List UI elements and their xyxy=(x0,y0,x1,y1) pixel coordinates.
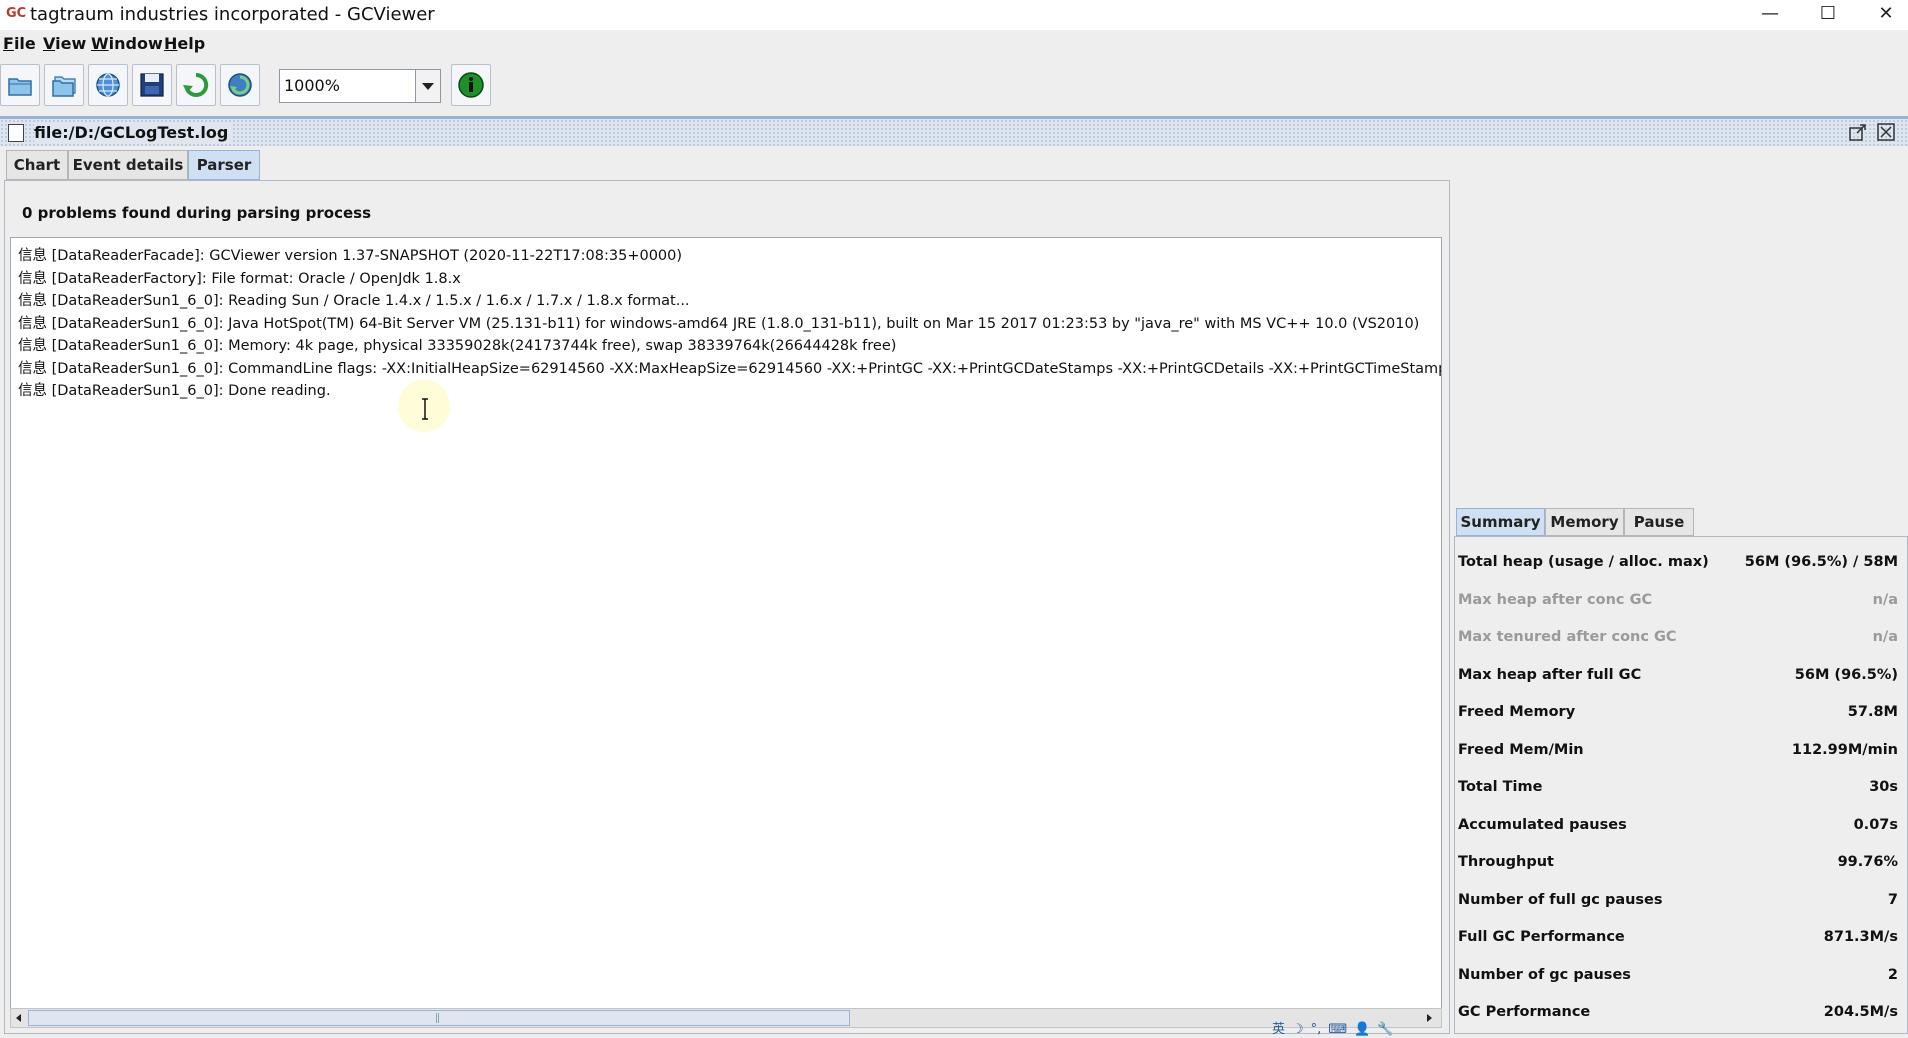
open-series-icon xyxy=(52,76,76,97)
watch-icon xyxy=(228,73,252,97)
ime-toolbar: 英 ☽ °, ⌨ 👤 🔧 xyxy=(1272,1018,1442,1037)
menu-file[interactable]: File xyxy=(3,34,36,54)
scrollbar-thumb[interactable] xyxy=(28,1010,850,1026)
tab-chart[interactable]: Chart xyxy=(6,150,68,180)
refresh-icon xyxy=(183,72,209,97)
ime-moon-icon[interactable]: ☽ xyxy=(1292,1022,1304,1038)
export-icon xyxy=(140,73,164,97)
summary-row-gc-pauses: Number of gc pauses 2 xyxy=(1458,966,1898,983)
scroll-left-icon[interactable] xyxy=(12,1010,26,1026)
tab-summary[interactable]: Summary xyxy=(1456,508,1545,536)
summary-row-full-gc-performance: Full GC Performance 871.3M/s xyxy=(1458,929,1898,945)
ime-keyboard-icon[interactable]: ⌨ xyxy=(1328,1022,1347,1038)
log-line: 信息 [DataReaderSun1_6_0]: Java HotSpot(TM… xyxy=(18,315,1420,332)
open-file-button[interactable] xyxy=(0,64,40,106)
summary-row-freed-memory: Freed Memory 57.8M xyxy=(1458,704,1898,720)
menu-view[interactable]: View xyxy=(43,34,86,54)
tab-parser[interactable]: Parser xyxy=(188,150,260,180)
summary-row-max-tenured-conc: Max tenured after conc GC n/a xyxy=(1458,629,1898,645)
summary-row-freed-mem-min: Freed Mem/Min 112.99M/min xyxy=(1458,741,1898,758)
export-button[interactable] xyxy=(132,64,172,106)
summary-row-max-heap-full: Max heap after full GC 56M (96.5%) xyxy=(1458,666,1898,683)
scrollbar-grip xyxy=(436,1013,439,1023)
open-file-icon xyxy=(8,78,32,96)
problems-summary-label: 0 problems found during parsing process xyxy=(22,204,371,222)
open-url-button[interactable] xyxy=(88,64,128,106)
window-title: tagtraum industries incorporated - GCVie… xyxy=(30,4,435,25)
menu-window[interactable]: Window xyxy=(91,34,163,54)
info-icon xyxy=(458,72,484,98)
ime-language-icon[interactable]: 英 xyxy=(1272,1022,1285,1038)
ime-user-icon[interactable]: 👤 xyxy=(1354,1022,1370,1038)
log-line: 信息 [DataReaderSun1_6_0]: Reading Sun / O… xyxy=(18,293,690,309)
document-icon xyxy=(8,124,24,142)
summary-row-total-heap: Total heap (usage / alloc. max) 56M (96.5… xyxy=(1458,554,1898,570)
watch-button[interactable] xyxy=(220,64,260,106)
menu-help[interactable]: Help xyxy=(164,34,205,54)
log-line: 信息 [DataReaderFactory]: File format: Ora… xyxy=(18,270,461,287)
open-series-button[interactable] xyxy=(44,64,84,106)
log-line: 信息 [DataReaderSun1_6_0]: Memory: 4k page… xyxy=(18,338,897,354)
tab-event-details[interactable]: Event details xyxy=(68,150,188,180)
chevron-down-icon[interactable] xyxy=(415,70,440,102)
summary-row-accumulated-pauses: Accumulated pauses 0.07s xyxy=(1458,816,1898,833)
log-line: 信息 [DataReaderSun1_6_0]: CommandLine fla… xyxy=(18,360,1442,377)
menu-bar xyxy=(0,30,1908,58)
log-line: 信息 [DataReaderSun1_6_0]: Done reading. xyxy=(18,383,331,399)
maximize-window-button[interactable]: ☐ xyxy=(1799,0,1857,30)
close-frame-icon[interactable] xyxy=(1876,122,1896,142)
log-line: 信息 [DataReaderFacade]: GCViewer version … xyxy=(18,248,683,264)
ime-settings-icon[interactable]: 🔧 xyxy=(1377,1022,1393,1038)
document-frame-titlebar xyxy=(0,116,1908,146)
undock-frame-icon[interactable] xyxy=(1848,122,1868,142)
summary-row-full-gc-pauses: Number of full gc pauses 7 xyxy=(1458,891,1898,908)
gcviewer-app-icon: GC xyxy=(6,6,27,21)
tab-pause[interactable]: Pause xyxy=(1624,508,1694,536)
close-window-button[interactable]: ✕ xyxy=(1857,0,1908,30)
open-url-icon xyxy=(96,73,120,97)
refresh-button[interactable] xyxy=(176,64,216,106)
summary-row-gc-performance: GC Performance 204.5M/s xyxy=(1458,1004,1898,1020)
tab-memory[interactable]: Memory xyxy=(1545,508,1624,536)
text-cursor-icon xyxy=(422,398,428,420)
summary-row-throughput: Throughput 99.76% xyxy=(1458,854,1898,870)
zoom-value: 1000% xyxy=(284,76,340,95)
about-button[interactable] xyxy=(451,64,491,106)
summary-row-total-time: Total Time 30s xyxy=(1458,779,1898,795)
parser-log-textarea[interactable]: 信息 [DataReaderFacade]: GCViewer version … xyxy=(10,237,1442,1009)
ime-punctuation-icon[interactable]: °, xyxy=(1311,1022,1322,1038)
summary-row-max-heap-conc: Max heap after conc GC n/a xyxy=(1458,591,1898,608)
minimize-window-button[interactable]: — xyxy=(1741,0,1799,30)
document-frame-title: file:/D:/GCLogTest.log xyxy=(34,123,233,143)
